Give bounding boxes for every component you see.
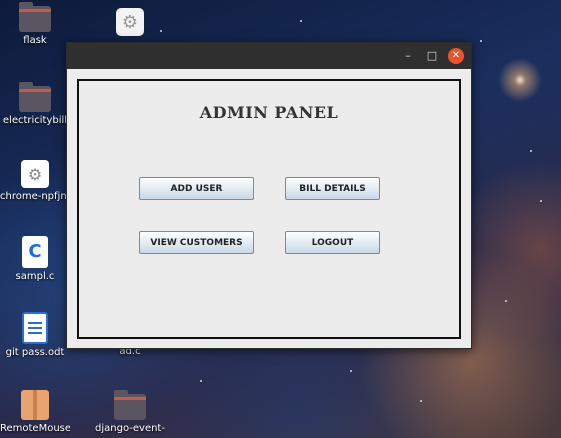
desktop-icon-sampl-c[interactable]: C sampl.c [0,236,70,282]
minimize-icon: – [405,49,411,62]
desktop-icon-label: django-event- [95,423,165,434]
desktop-icon-remotemouse[interactable]: RemoteMouse.t [0,390,70,434]
desktop-icon-label: chrome-npfjnglnobng [0,191,70,202]
desktop-icon-label: electricitybill [2,115,68,126]
admin-panel-window: – □ ✕ ADMIN PANEL ADD USER BILL DETAILS … [66,42,472,349]
desktop-icon-django-event[interactable]: django-event- [95,390,165,434]
desktop-icon-label: sampl.c [15,271,55,282]
admin-panel-content: ADMIN PANEL ADD USER BILL DETAILS VIEW C… [77,79,461,339]
chrome-app-icon: ⚙ [21,160,49,188]
maximize-icon: □ [426,49,438,62]
bill-details-button[interactable]: BILL DETAILS [285,177,380,200]
close-button[interactable]: ✕ [448,48,464,64]
folder-icon [19,2,51,32]
desktop-icon-git-pass[interactable]: git pass.odt [0,312,70,358]
desktop-icon-label: flask [23,35,47,46]
desktop-icon-label: git pass.odt [5,347,65,358]
maximize-button[interactable]: □ [424,48,440,64]
package-icon [21,390,49,420]
desktop-icon-flask[interactable]: flask [0,2,70,46]
folder-icon [19,82,51,112]
add-user-button[interactable]: ADD USER [139,177,254,200]
close-icon: ✕ [451,50,461,61]
desktop-icon-settings[interactable]: ⚙ [95,8,165,36]
view-customers-button[interactable]: VIEW CUSTOMERS [139,231,254,254]
minimize-button[interactable]: – [400,48,416,64]
c-file-icon: C [22,236,48,268]
desktop-icon-chrome-app[interactable]: ⚙ chrome-npfjnglnobng [0,160,70,202]
window-titlebar[interactable]: – □ ✕ [67,43,471,69]
document-icon [22,312,48,344]
desktop-icon-electricitybill[interactable]: electricitybill [0,82,70,126]
logout-button[interactable]: LOGOUT [285,231,380,254]
folder-icon [114,390,146,420]
desktop-icon-label: RemoteMouse.t [0,423,70,434]
page-title: ADMIN PANEL [199,103,339,122]
gear-icon: ⚙ [116,8,144,36]
